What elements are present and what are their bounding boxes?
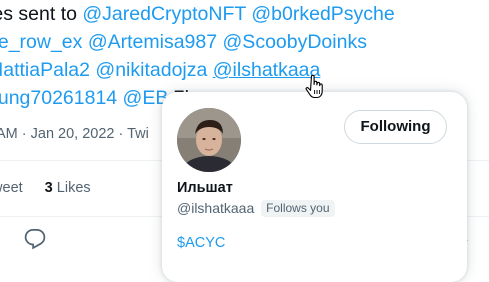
profile-hover-card[interactable]: Following Ильшат @ilshatkaaa Follows you… [162, 92, 467, 282]
following-button[interactable]: Following [344, 110, 447, 144]
tweet-text-segment: tes sent to [0, 3, 77, 25]
display-name[interactable]: Ильшат [177, 180, 233, 196]
user-handle[interactable]: @ilshatkaaa [177, 200, 254, 216]
tweet-line: tes sent to @JaredCryptoNFT @b0rkedPsych… [0, 0, 395, 28]
mention-link[interactable]: MattiaPala2 [0, 59, 90, 81]
tweet-stats: tweet 3 Likes [0, 180, 91, 196]
tweet-line: MattiaPala2 @nikitadojza @ilshatkaaa [0, 56, 320, 84]
mention-link[interactable]: @Artemisa987 [88, 31, 217, 53]
tweet-timestamp[interactable]: AM · Jan 20, 2022 · Twi [0, 126, 149, 142]
mention-link[interactable]: @b0rkedPsyche [251, 3, 394, 25]
tweet-line: ee_row_ex @Artemisa987 @ScoobyDoinks [0, 28, 367, 56]
bio-cashtag-link[interactable]: $ACYC [177, 235, 225, 251]
mention-link[interactable]: @nikitadojza [95, 59, 207, 81]
avatar[interactable] [177, 108, 241, 172]
handle-row: @ilshatkaaa Follows you [177, 200, 335, 217]
mention-link[interactable]: gung70261814 [0, 87, 117, 109]
hand-pointer-cursor [305, 74, 323, 99]
likes-label[interactable]: Likes [57, 180, 91, 196]
mention-link[interactable]: ee_row_ex [0, 31, 82, 53]
mention-link[interactable]: @JaredCryptoNFT [82, 3, 246, 25]
follows-you-badge: Follows you [261, 200, 335, 217]
likes-count[interactable]: 3 [45, 180, 53, 196]
retweets-label[interactable]: tweet [0, 180, 23, 196]
mention-link[interactable]: @EB [117, 87, 169, 109]
mention-link[interactable]: @ScoobyDoinks [223, 31, 367, 53]
avatar-photo [177, 108, 241, 172]
